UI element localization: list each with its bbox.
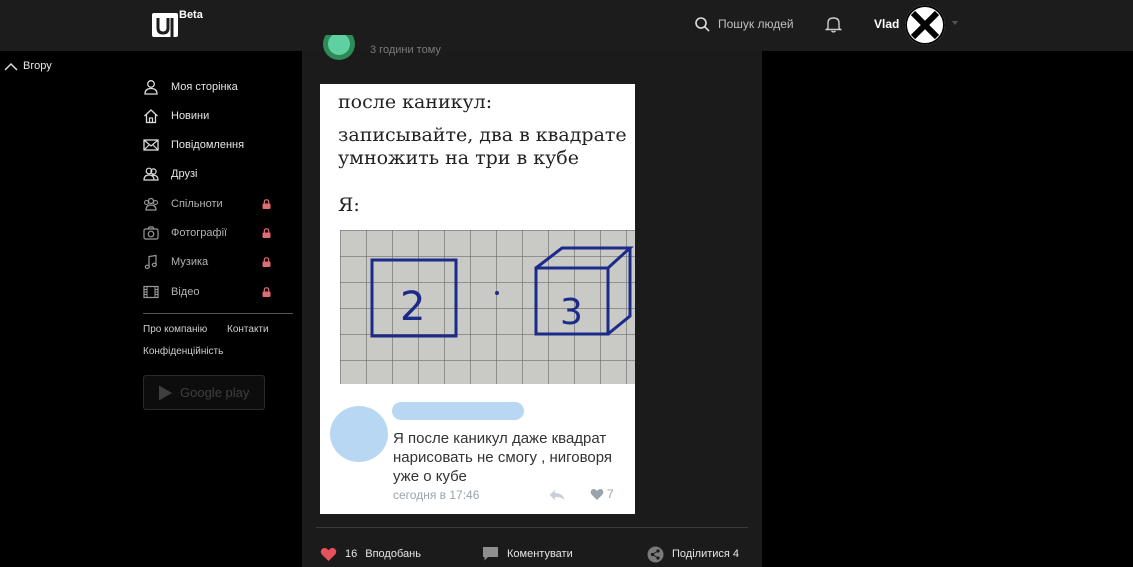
google-play-icon	[159, 385, 172, 400]
sidebar	[0, 51, 302, 567]
mail-icon	[143, 139, 159, 151]
sidebar-item-label: Музика	[171, 256, 209, 268]
sidebar-item-label: Друзі	[171, 168, 198, 180]
user-name[interactable]: Vlad	[874, 17, 899, 31]
about-link[interactable]: Про компанію	[143, 324, 207, 335]
comment-avatar-blurred	[330, 406, 388, 462]
privacy-link[interactable]: Конфіденційність	[143, 346, 223, 357]
cube-digit: 3	[560, 292, 583, 333]
sidebar-item-label: Новини	[171, 110, 210, 122]
sidebar-item-label: Моя сторінка	[171, 81, 238, 93]
heart-outline-icon	[590, 488, 604, 500]
post-image[interactable]: после каникул: записывайте, два в квадра…	[320, 84, 635, 514]
like-label: Вподобань	[365, 548, 421, 560]
sidebar-item-my-page[interactable]: Моя сторінка	[143, 76, 273, 98]
sidebar-item-label: Спільноти	[171, 198, 223, 210]
lock-icon	[262, 257, 271, 267]
sidebar-item-news[interactable]: Новини	[143, 105, 273, 127]
post-avatar-icon	[323, 35, 355, 60]
sidebar-item-messages[interactable]: Повідомлення	[143, 134, 273, 156]
sidebar-item-friends[interactable]: Друзі	[143, 163, 273, 185]
sidebar-item-music[interactable]: Музика	[143, 251, 273, 273]
comment-text: Я после каникул даже квадрат нарисовать …	[393, 430, 613, 485]
sidebar-item-video[interactable]: Відео	[143, 281, 273, 303]
sidebar-item-label: Повідомлення	[171, 139, 245, 151]
user-icon	[144, 80, 158, 95]
search-box[interactable]: Пошук людей	[695, 14, 794, 34]
sidebar-item-label: Відео	[171, 286, 200, 298]
lock-icon	[262, 287, 271, 297]
square-digit: 2	[400, 284, 425, 330]
sidebar-divider	[143, 313, 293, 314]
beta-badge: Beta	[179, 9, 203, 21]
lock-icon	[262, 228, 271, 238]
sidebar-item-label: Фотографії	[171, 227, 228, 239]
post-time[interactable]: 3 години тому	[370, 44, 441, 56]
lock-icon	[262, 199, 271, 209]
logo-icon[interactable]	[151, 11, 179, 39]
likes-count: 16	[345, 548, 358, 560]
comment-name-blurred	[392, 402, 524, 420]
comment-label: Коментувати	[507, 548, 573, 560]
share-label: Поділитися 4	[672, 548, 740, 560]
music-icon	[144, 254, 157, 269]
bell-icon[interactable]	[825, 15, 842, 33]
comment-like: 7	[590, 487, 614, 501]
groups-icon	[143, 197, 159, 211]
chevron-down-icon[interactable]	[952, 21, 958, 25]
comment-time: сегодня в 17:46	[393, 488, 480, 502]
friends-icon	[143, 167, 159, 181]
grid-paper-drawing: 2 3	[340, 230, 635, 384]
home-icon	[144, 109, 158, 124]
camera-icon	[143, 226, 159, 240]
sidebar-item-photos[interactable]: Фотографії	[143, 222, 273, 244]
meme-line-3: умножить на три в кубе	[338, 147, 579, 169]
sidebar-item-communities[interactable]: Спільноти	[143, 193, 273, 215]
google-play-button[interactable]: Google play	[143, 375, 265, 410]
contacts-link[interactable]: Контакти	[227, 324, 269, 335]
film-icon	[143, 285, 159, 299]
heart-icon	[320, 547, 337, 561]
comment-icon	[483, 547, 498, 561]
meme-line-4: Я:	[338, 194, 360, 216]
search-icon	[695, 16, 710, 32]
comment-like-count: 7	[607, 487, 614, 501]
like-button[interactable]: 16 Вподобань	[320, 545, 421, 563]
search-input[interactable]: Пошук людей	[718, 17, 794, 31]
share-icon	[647, 546, 664, 562]
avatar[interactable]	[905, 5, 945, 45]
comment-button[interactable]: Коментувати	[482, 545, 573, 563]
meme-line-1: после каникул:	[338, 91, 493, 113]
x-avatar-icon	[905, 5, 945, 45]
post-divider	[316, 527, 748, 528]
reply-icon	[549, 490, 565, 500]
top-bar: Beta Пошук людей Vlad	[0, 0, 1133, 51]
google-play-label: Google play	[180, 385, 250, 400]
meme-line-2: записывайте, два в квадрате	[338, 124, 627, 146]
post-author-avatar[interactable]	[322, 35, 356, 61]
share-button[interactable]: Поділитися 4	[647, 545, 739, 563]
